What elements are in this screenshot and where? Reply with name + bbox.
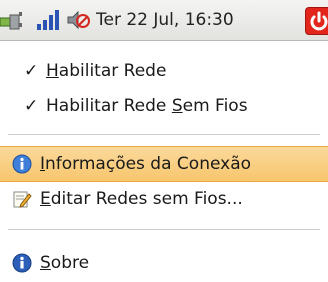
volume-muted-icon[interactable]	[66, 8, 90, 32]
menu-separator	[8, 134, 320, 136]
menu-item-edit-wireless[interactable]: Editar Redes sem Fios...	[0, 182, 328, 216]
menu-item-enable-network[interactable]: ✓ Habilitar Rede	[0, 54, 328, 88]
menu-item-label: Habilitar Rede	[46, 61, 167, 81]
menu-item-label: Sobre	[40, 253, 90, 273]
top-panel: Ter 22 Jul, 16:30	[0, 0, 328, 41]
power-icon[interactable]	[305, 7, 328, 35]
check-icon: ✓	[24, 61, 39, 81]
menu-item-connection-info[interactable]: Informações da Conexão	[0, 146, 328, 182]
menu-item-about[interactable]: Sobre	[0, 246, 328, 280]
wireless-signal-icon[interactable]	[36, 9, 60, 31]
check-icon: ✓	[24, 96, 39, 116]
about-icon	[12, 253, 32, 273]
menu-item-label: Editar Redes sem Fios...	[40, 189, 243, 209]
network-menu: ✓ Habilitar Rede ✓ Habilitar Rede Sem Fi…	[0, 41, 328, 282]
menu-separator	[8, 229, 320, 231]
menu-item-label: Informações da Conexão	[40, 154, 252, 174]
menu-item-label: Habilitar Rede Sem Fios	[46, 96, 248, 116]
edit-icon	[13, 191, 32, 208]
info-icon	[12, 154, 32, 174]
menu-item-enable-wireless[interactable]: ✓ Habilitar Rede Sem Fios	[0, 89, 328, 123]
network-wired-icon[interactable]	[0, 9, 30, 31]
panel-clock[interactable]: Ter 22 Jul, 16:30	[96, 0, 234, 40]
